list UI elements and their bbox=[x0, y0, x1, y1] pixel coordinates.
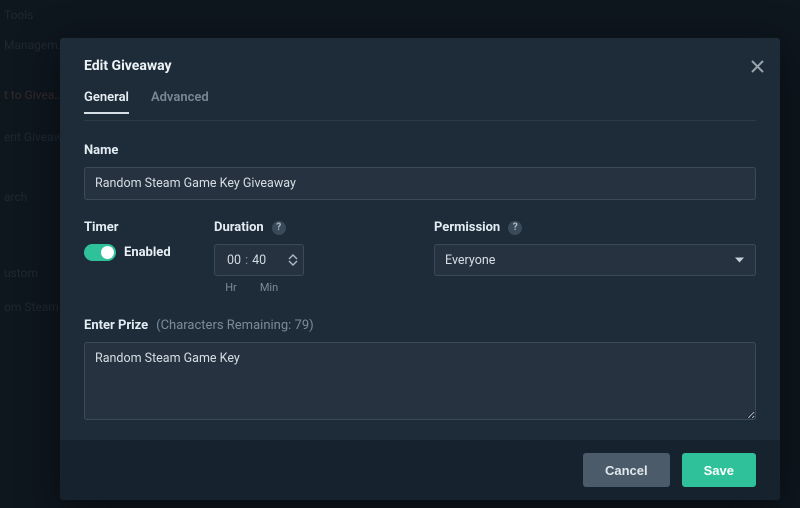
tabs: General Advanced bbox=[84, 90, 756, 114]
help-icon[interactable]: ? bbox=[272, 221, 286, 235]
prize-remaining-suffix: ) bbox=[309, 318, 314, 333]
permission-select[interactable]: Everyone bbox=[434, 244, 756, 276]
duration-stepper[interactable] bbox=[288, 253, 300, 267]
permission-label-text: Permission bbox=[434, 220, 500, 235]
timer-toggle[interactable] bbox=[84, 244, 116, 261]
duration-picker[interactable]: 00 : 40 bbox=[214, 244, 304, 276]
duration-hr[interactable]: 00 bbox=[223, 253, 245, 268]
name-input[interactable] bbox=[84, 167, 756, 200]
duration-min[interactable]: 40 bbox=[248, 253, 270, 268]
hr-sublabel: Hr bbox=[220, 281, 242, 294]
save-button[interactable]: Save bbox=[682, 453, 756, 487]
name-label: Name bbox=[84, 143, 756, 158]
chevron-down-icon[interactable] bbox=[288, 260, 298, 267]
cancel-button[interactable]: Cancel bbox=[583, 453, 670, 487]
prize-label-text: Enter Prize bbox=[84, 318, 148, 333]
tab-general[interactable]: General bbox=[84, 90, 129, 114]
prize-remaining-count: 79 bbox=[295, 318, 310, 333]
permission-label: Permission ? bbox=[434, 220, 756, 235]
help-icon[interactable]: ? bbox=[508, 221, 522, 235]
duration-label-text: Duration bbox=[214, 220, 264, 235]
timer-state-text: Enabled bbox=[124, 245, 171, 260]
divider bbox=[84, 120, 756, 121]
duration-label: Duration ? bbox=[214, 220, 434, 235]
permission-value: Everyone bbox=[445, 253, 495, 268]
timer-label: Timer bbox=[84, 220, 214, 235]
edit-giveaway-modal: Edit Giveaway General Advanced Name Time… bbox=[60, 38, 780, 500]
modal-title: Edit Giveaway bbox=[84, 58, 756, 74]
prize-textarea[interactable] bbox=[84, 342, 756, 420]
chevron-up-icon[interactable] bbox=[288, 253, 298, 260]
tab-advanced[interactable]: Advanced bbox=[151, 90, 209, 114]
modal-footer: Cancel Save bbox=[60, 440, 780, 500]
close-icon[interactable] bbox=[751, 58, 764, 78]
prize-label: Enter Prize (Characters Remaining: 79) bbox=[84, 318, 756, 333]
min-sublabel: Min bbox=[258, 281, 280, 294]
caret-down-icon bbox=[735, 253, 744, 268]
prize-remaining-prefix: (Characters Remaining: bbox=[156, 318, 294, 333]
